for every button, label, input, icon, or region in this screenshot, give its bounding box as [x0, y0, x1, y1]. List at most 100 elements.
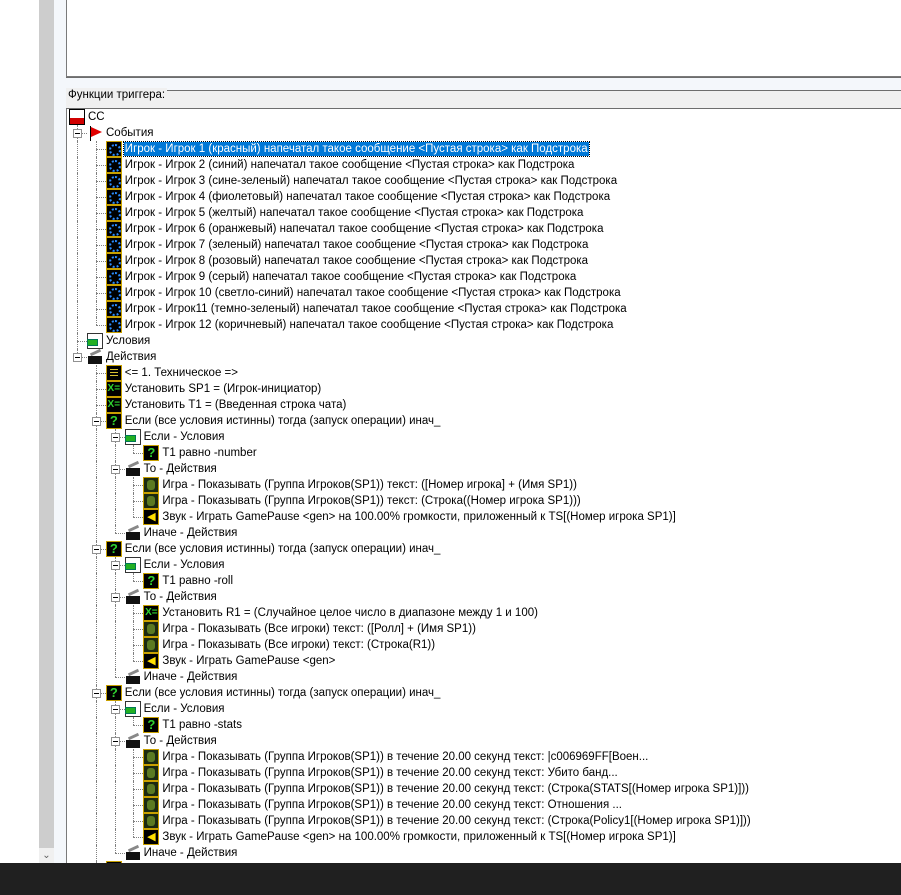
tree-item[interactable]: Игра - Показывать (Все игроки) текст: (С… — [67, 637, 901, 653]
tree-item[interactable]: ? T1 равно -number — [67, 445, 901, 461]
tree-item-label: События — [106, 127, 154, 139]
tree-item-label: Игра - Показывать (Группа Игроков(SP1)) … — [162, 799, 622, 811]
tree-item[interactable]: ? Если (все условия истинны) тогда (запус… — [67, 413, 901, 429]
tree-line — [95, 653, 97, 669]
tree-item[interactable]: Игра - Показывать (Группа Игроков(SP1)) … — [67, 797, 901, 813]
tree-item[interactable]: Если - Условия — [67, 557, 901, 573]
tree-item[interactable]: Игрок - Игрок 1 (красный) напечатал тако… — [67, 141, 901, 157]
tree-item[interactable]: Игрок - Игрок 10 (светло-синий) напечата… — [67, 285, 901, 301]
event-icon — [105, 221, 122, 237]
tree-line — [114, 677, 125, 678]
collapse-toggle-icon[interactable] — [110, 737, 120, 746]
tree-line — [114, 813, 116, 829]
collapse-toggle-icon[interactable] — [73, 353, 82, 362]
tree-item[interactable]: Игра - Показывать (Группа Игроков(SP1)) … — [67, 781, 901, 797]
tree-line — [114, 533, 125, 534]
tree-line — [95, 845, 97, 861]
tree-item[interactable]: Игрок - Игрок 9 (серый) напечатал такое … — [67, 269, 901, 285]
tree-item-label: Установить SP1 = (Игрок-инициатор) — [124, 383, 322, 395]
tree-item[interactable]: То - Действия — [67, 733, 901, 749]
collapse-toggle-icon[interactable] — [110, 433, 120, 442]
trigger-functions-tree[interactable]: CC События Игрок - Игрок 1 (красный) напеч… — [66, 109, 901, 863]
tree-line — [95, 213, 106, 214]
tree-line — [114, 621, 116, 637]
tree-item[interactable]: <= 1. Техническое => — [67, 365, 901, 381]
sound-icon: ◀ — [143, 509, 160, 525]
tree-item[interactable]: Игрок - Игрок 3 (сине-зеленый) напечатал… — [67, 173, 901, 189]
tree-item[interactable]: Игрок - Игрок 12 (коричневый) напечатал … — [67, 317, 901, 333]
tree-item[interactable]: Иначе - Действия — [67, 525, 901, 541]
tree-line — [133, 613, 144, 614]
event-icon — [105, 173, 122, 189]
tree-item[interactable]: ◀ Звук - Играть GamePause <gen> на 100.00… — [67, 509, 901, 525]
tree-item-label: Если (все условия истинны) тогда (запуск… — [124, 543, 441, 555]
tree-item[interactable]: Игрок - Игрок 2 (синий) напечатал такое … — [67, 157, 901, 173]
tree-item[interactable]: ? T1 равно -stats — [67, 717, 901, 733]
tree-line — [77, 221, 78, 237]
tree-item[interactable]: То - Действия — [67, 461, 901, 477]
collapse-toggle-icon[interactable] — [91, 689, 101, 698]
tree-item[interactable]: X= Установить R1 = (Случайное целое число… — [67, 605, 901, 621]
collapse-toggle-icon[interactable] — [110, 561, 120, 570]
tree-item[interactable]: Игрок - Игрок 5 (желтый) напечатал такое… — [67, 205, 901, 221]
tree-line — [95, 717, 97, 733]
tree-item[interactable]: Игра - Показывать (Группа Игроков(SP1)) … — [67, 477, 901, 493]
tree-item[interactable]: X= Установить SP1 = (Игрок-инициатор) — [67, 381, 901, 397]
tree-item[interactable]: Игрок - Игрок 4 (фиолетовый) напечатал т… — [67, 189, 901, 205]
tree-item[interactable]: Игра - Показывать (Группа Игроков(SP1)) … — [67, 749, 901, 765]
tree-item[interactable]: То - Действия — [67, 589, 901, 605]
tree-item[interactable]: Игра - Показывать (Все игроки) текст: ([… — [67, 621, 901, 637]
tree-item[interactable]: ? T1 равно -roll — [67, 573, 901, 589]
condition-icon — [124, 557, 141, 573]
collapse-toggle-icon[interactable] — [110, 593, 120, 602]
collapse-toggle-icon[interactable] — [91, 545, 101, 554]
tree-line — [95, 165, 106, 166]
tree-item[interactable]: Действия — [67, 349, 901, 365]
tree-item[interactable]: ? Если (все условия истинны) тогда (запус… — [67, 685, 901, 701]
tree-item-label: CC — [88, 111, 105, 123]
trigger-comment-box[interactable] — [66, 0, 901, 77]
taskbar — [0, 863, 901, 895]
tree-item[interactable]: Игрок - Игрок 7 (зеленый) напечатал тако… — [67, 237, 901, 253]
tree-item[interactable]: ◀ Звук - Играть GamePause <gen> на 100.00… — [67, 829, 901, 845]
tree-item[interactable]: События — [67, 125, 901, 141]
tree-item[interactable]: ◀ Звук - Играть GamePause <gen> — [67, 653, 901, 669]
sound-icon: ◀ — [143, 653, 160, 669]
tree-item[interactable]: Игра - Показывать (Группа Игроков(SP1)) … — [67, 765, 901, 781]
scroll-down-arrow-icon[interactable]: ⌄ — [39, 848, 54, 863]
tree-item[interactable]: Иначе - Действия — [67, 669, 901, 685]
tree-line — [133, 509, 135, 517]
tree-line — [95, 701, 97, 717]
tree-item-label: Игрок - Игрок 4 (фиолетовый) напечатал т… — [124, 191, 611, 203]
tree-item[interactable]: Иначе - Действия — [67, 845, 901, 861]
collapse-toggle-icon[interactable] — [110, 705, 120, 714]
tree-item[interactable]: Если - Условия — [67, 429, 901, 445]
collapse-toggle-icon[interactable] — [110, 465, 120, 474]
tree-line — [133, 501, 144, 502]
tree-item-label: То - Действия — [143, 735, 217, 747]
tree-item[interactable]: Игра - Показывать (Группа Игроков(SP1)) … — [67, 493, 901, 509]
tree-item[interactable]: Игрок - Игрок 6 (оранжевый) напечатал та… — [67, 221, 901, 237]
splitter[interactable] — [66, 77, 901, 91]
tree-line — [95, 621, 97, 637]
tree-item[interactable]: CC — [67, 109, 901, 125]
tree-item[interactable]: Игрок - Игрок11 (темно-зеленый) напечата… — [67, 301, 901, 317]
tree-item[interactable]: Если - Условия — [67, 701, 901, 717]
tree-item[interactable]: ? Если (все условия истинны) тогда (запус… — [67, 541, 901, 557]
tree-line — [95, 261, 106, 262]
tree-item-label: Звук - Играть GamePause <gen> — [162, 655, 336, 667]
collapse-toggle-icon[interactable] — [91, 417, 101, 426]
event-icon — [105, 189, 122, 205]
tree-item[interactable]: Игрок - Игрок 8 (розовый) напечатал тако… — [67, 253, 901, 269]
vertical-scrollbar[interactable]: ⌄ — [39, 0, 54, 863]
tree-line — [133, 829, 135, 837]
tree-item[interactable]: X= Установить T1 = (Введенная строка чата… — [67, 397, 901, 413]
tree-item[interactable]: Условия — [67, 333, 901, 349]
tree-item-label: Игра - Показывать (Группа Игроков(SP1)) … — [162, 495, 581, 507]
set-variable-icon: X= — [105, 381, 122, 397]
tree-line — [114, 509, 116, 525]
group-header — [66, 90, 901, 109]
collapse-toggle-icon[interactable] — [73, 129, 82, 138]
tree-item[interactable]: Игра - Показывать (Группа Игроков(SP1)) … — [67, 813, 901, 829]
tree-line — [77, 173, 78, 189]
